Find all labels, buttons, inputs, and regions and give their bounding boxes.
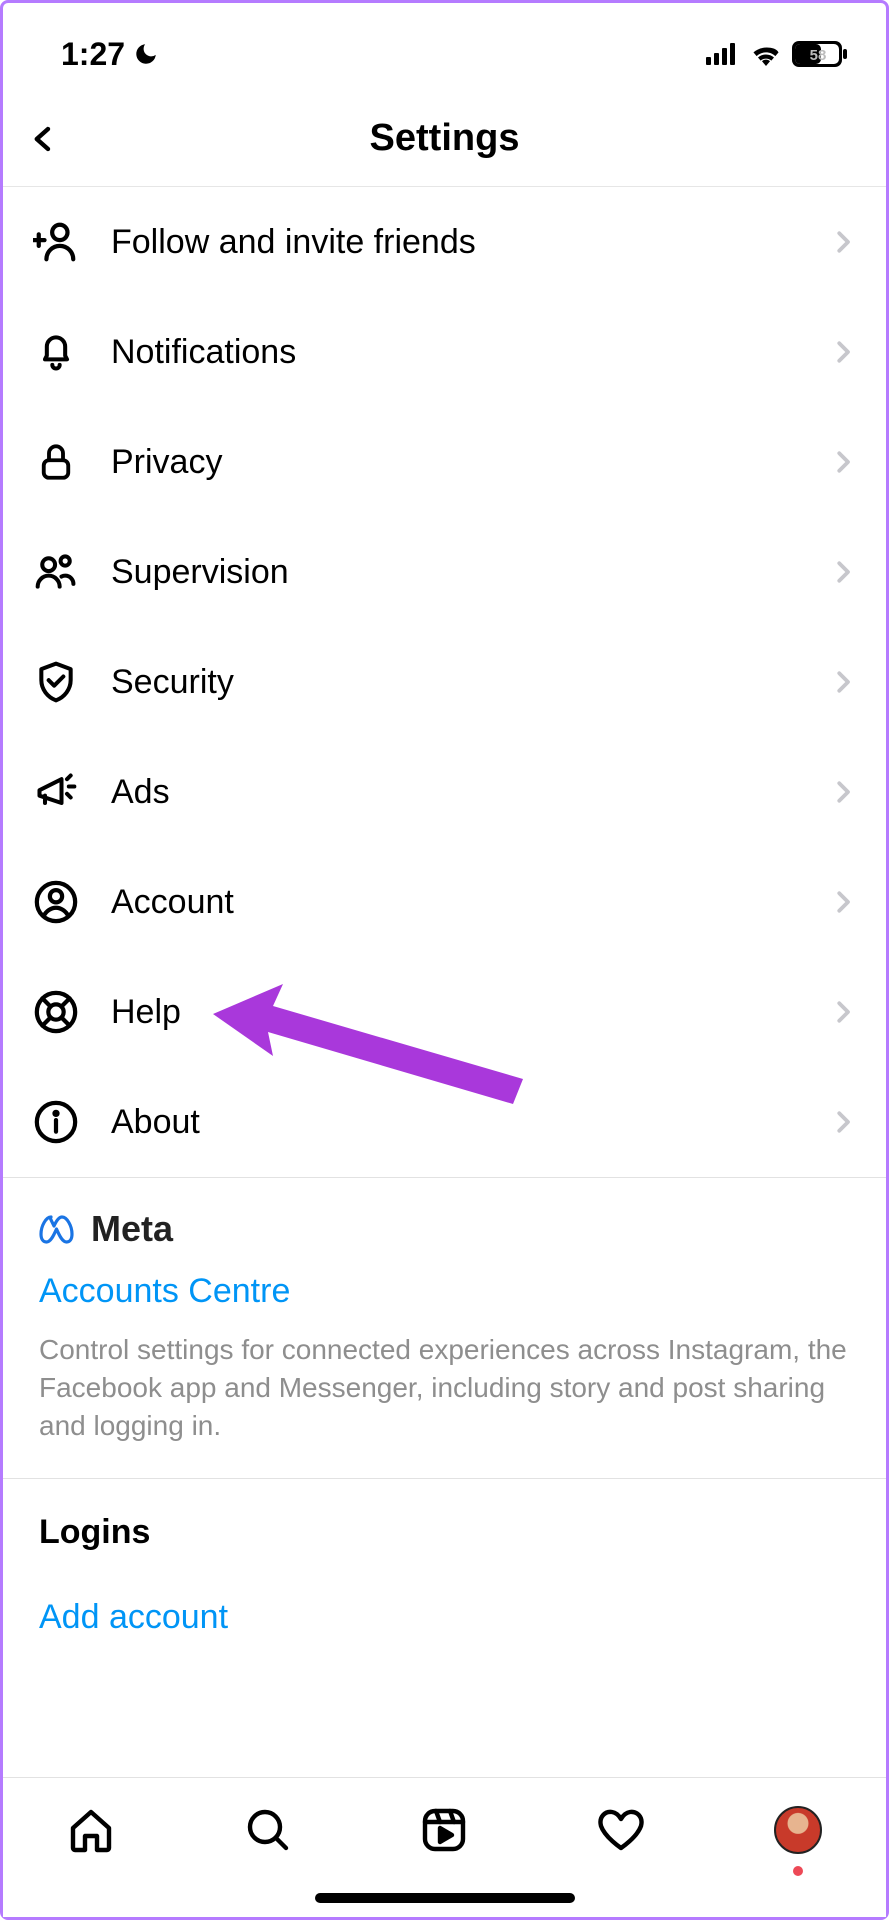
reels-icon bbox=[420, 1806, 468, 1854]
megaphone-icon bbox=[31, 767, 81, 817]
meta-description: Control settings for connected experienc… bbox=[39, 1331, 850, 1444]
wifi-icon bbox=[750, 42, 782, 66]
accounts-centre-link[interactable]: Accounts Centre bbox=[39, 1272, 850, 1311]
status-bar: 1:27 58 bbox=[3, 3, 886, 91]
meta-logo-row: Meta bbox=[39, 1208, 850, 1250]
settings-item-label: Follow and invite friends bbox=[111, 223, 828, 262]
chevron-right-icon bbox=[828, 227, 858, 257]
nav-home[interactable] bbox=[61, 1800, 121, 1860]
lifebuoy-icon bbox=[31, 987, 81, 1037]
heart-icon bbox=[596, 1806, 646, 1854]
status-time: 1:27 bbox=[61, 36, 125, 73]
info-circle-icon bbox=[31, 1097, 81, 1147]
chevron-left-icon bbox=[28, 119, 58, 159]
meta-section: Meta Accounts Centre Control settings fo… bbox=[3, 1178, 886, 1479]
settings-item-privacy[interactable]: Privacy bbox=[3, 407, 886, 517]
settings-item-label: Privacy bbox=[111, 443, 828, 482]
page-header: Settings bbox=[3, 91, 886, 187]
settings-item-label: Notifications bbox=[111, 333, 828, 372]
page-title: Settings bbox=[370, 117, 520, 160]
settings-item-help[interactable]: Help bbox=[3, 957, 886, 1067]
chevron-right-icon bbox=[828, 557, 858, 587]
status-time-group: 1:27 bbox=[61, 36, 159, 73]
nav-activity[interactable] bbox=[591, 1800, 651, 1860]
nav-profile[interactable] bbox=[768, 1800, 828, 1860]
moon-icon bbox=[133, 41, 159, 67]
back-button[interactable] bbox=[19, 115, 67, 163]
settings-item-about[interactable]: About bbox=[3, 1067, 886, 1177]
shield-check-icon bbox=[31, 657, 81, 707]
home-indicator bbox=[315, 1893, 575, 1903]
chevron-right-icon bbox=[828, 667, 858, 697]
battery-icon: 58 bbox=[792, 41, 848, 67]
chevron-right-icon bbox=[828, 1107, 858, 1137]
lock-icon bbox=[31, 437, 81, 487]
settings-item-follow-invite[interactable]: Follow and invite friends bbox=[3, 187, 886, 297]
avatar-icon bbox=[774, 1806, 822, 1854]
chevron-right-icon bbox=[828, 777, 858, 807]
settings-item-security[interactable]: Security bbox=[3, 627, 886, 737]
add-person-icon bbox=[31, 217, 81, 267]
logins-section: Logins Add account bbox=[3, 1479, 886, 1657]
notification-dot-icon bbox=[793, 1866, 803, 1876]
settings-list: Follow and invite friends Notifications … bbox=[3, 187, 886, 1177]
meta-brand-name: Meta bbox=[91, 1208, 173, 1250]
home-icon bbox=[67, 1806, 115, 1854]
settings-item-notifications[interactable]: Notifications bbox=[3, 297, 886, 407]
logins-title: Logins bbox=[39, 1513, 850, 1552]
meta-logo-icon bbox=[39, 1214, 83, 1244]
bell-icon bbox=[31, 327, 81, 377]
chevron-right-icon bbox=[828, 337, 858, 367]
chevron-right-icon bbox=[828, 447, 858, 477]
cell-signal-icon bbox=[706, 43, 740, 65]
settings-item-label: Supervision bbox=[111, 553, 828, 592]
search-icon bbox=[244, 1806, 292, 1854]
chevron-right-icon bbox=[828, 887, 858, 917]
people-icon bbox=[31, 547, 81, 597]
status-right: 58 bbox=[706, 41, 848, 67]
chevron-right-icon bbox=[828, 997, 858, 1027]
add-account-button[interactable]: Add account bbox=[39, 1598, 850, 1637]
settings-item-supervision[interactable]: Supervision bbox=[3, 517, 886, 627]
nav-reels[interactable] bbox=[414, 1800, 474, 1860]
settings-item-ads[interactable]: Ads bbox=[3, 737, 886, 847]
settings-item-label: Account bbox=[111, 883, 828, 922]
svg-text:58: 58 bbox=[810, 47, 827, 64]
settings-item-label: About bbox=[111, 1103, 828, 1142]
settings-item-label: Help bbox=[111, 993, 828, 1032]
person-circle-icon bbox=[31, 877, 81, 927]
settings-item-label: Security bbox=[111, 663, 828, 702]
settings-item-label: Ads bbox=[111, 773, 828, 812]
nav-search[interactable] bbox=[238, 1800, 298, 1860]
settings-item-account[interactable]: Account bbox=[3, 847, 886, 957]
